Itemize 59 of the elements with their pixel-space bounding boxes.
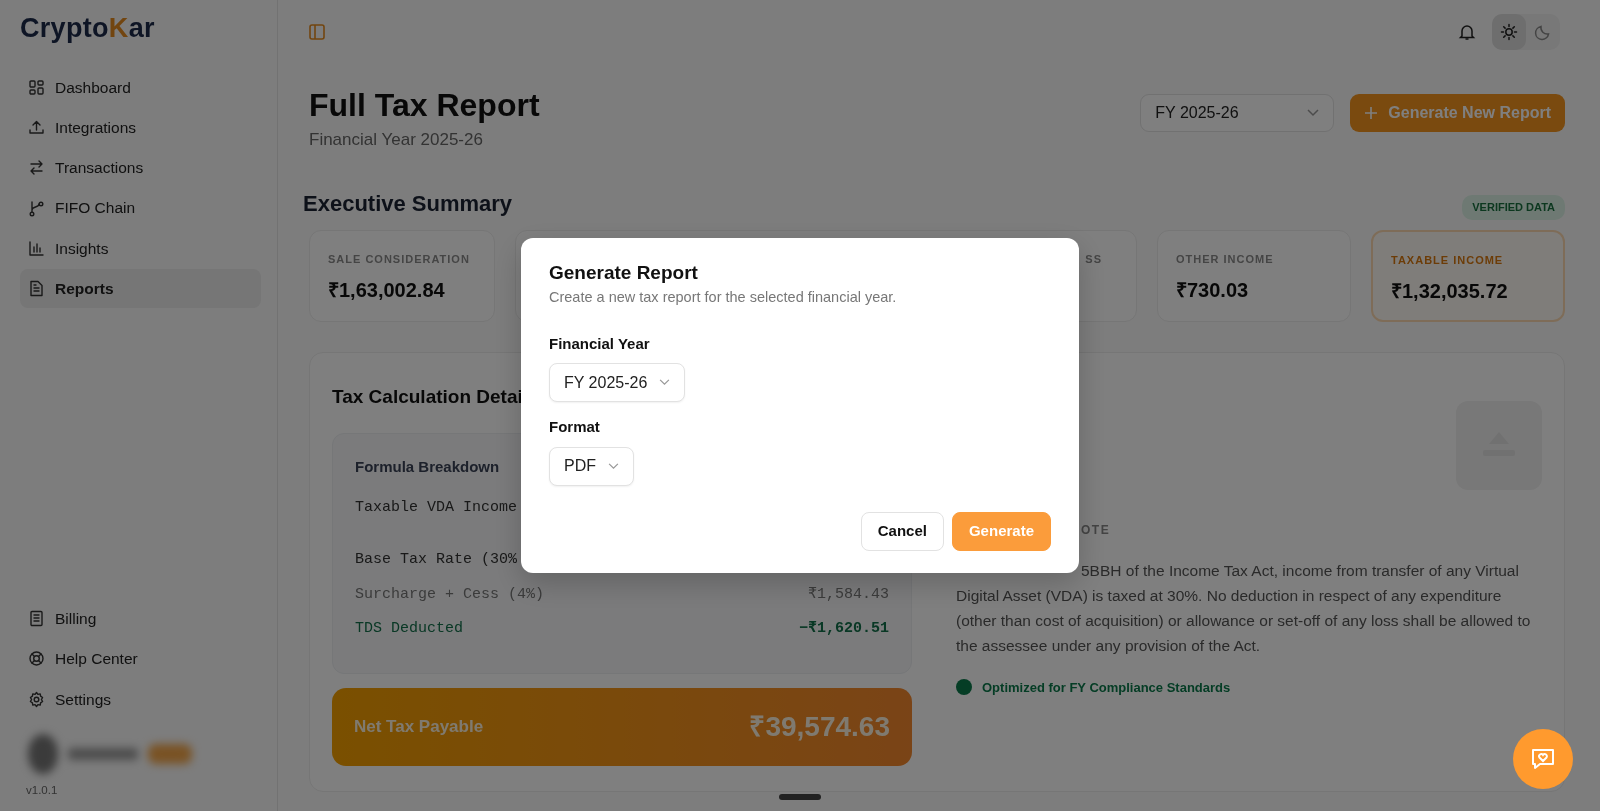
sun-icon[interactable]	[1492, 14, 1526, 50]
chevron-icon	[1307, 109, 1320, 117]
field-label: Financial Year	[549, 333, 651, 354]
lifebuoy-icon	[28, 650, 45, 668]
dialog-subtitle: Create a new tax report for the selected financial year.	[549, 287, 898, 307]
sidebar-item[interactable]: Integrations	[20, 107, 261, 148]
stat-value: ₹730.03	[1176, 278, 1250, 304]
stat-value: ₹1,63,002.84	[328, 278, 446, 304]
sidebar-item[interactable]: Help Center	[20, 639, 261, 679]
panel-title: Formula Breakdown	[355, 457, 500, 478]
field-label: Format	[549, 417, 601, 438]
branch-icon	[28, 199, 45, 217]
cancel-button[interactable]: Cancel	[860, 511, 944, 551]
upload-icon	[28, 119, 45, 137]
version-text: v1.0.1	[26, 782, 59, 798]
settings-icon	[28, 690, 45, 708]
plus-icon	[1364, 106, 1379, 120]
sidebar-item[interactable]: Dashboard	[20, 67, 261, 107]
formula-label: Taxable VDA Income	[355, 497, 518, 518]
sidebar-item[interactable]: Billing	[20, 599, 261, 639]
page-title: Full Tax Report	[309, 88, 540, 124]
sidebar-item[interactable]: Settings	[20, 679, 261, 719]
year-select[interactable]: FY 2025-26	[1140, 94, 1335, 132]
card-title: Tax Calculation Detai	[332, 384, 523, 409]
formula-label: Base Tax Rate (30%	[355, 550, 518, 571]
bar-chart-icon	[28, 239, 45, 257]
dialog-title: Generate Report	[549, 262, 699, 285]
chevron-icon	[659, 379, 671, 387]
compliance-text: Optimized for FY Compliance Standards	[982, 678, 1231, 697]
note-label: OTE	[1081, 521, 1111, 539]
stat-label: SALE CONSIDERATION	[328, 251, 471, 267]
sidebar-item[interactable]: Insights	[20, 228, 261, 268]
stat-value: ₹1,32,035.72	[1391, 279, 1509, 305]
formula-label: Surcharge + Cess (4%)	[355, 584, 545, 605]
stat-label: SS	[1085, 251, 1102, 267]
document-icon	[28, 280, 45, 298]
note-paragraph: 5BBH of the Income Tax Act, income from transfer of any Virtual Digital Asset (VDA) is taxed at 30%. No deduction in respect of any expenditure (other than cost of acquisition) or allowance or set-off of any loss shall be allowed to the assessee under any provision of the Act.	[956, 560, 1532, 656]
logo: CryptoKar	[20, 14, 156, 44]
chevron-icon	[608, 462, 619, 470]
formula-value: −₹1,620.51	[798, 619, 889, 640]
arrows-icon	[28, 159, 45, 177]
page-subtitle: Financial Year 2025-26	[309, 129, 484, 152]
sidebar-item[interactable]: FIFO Chain	[20, 188, 261, 228]
net-tax-value: ₹39,574.63	[749, 709, 890, 744]
stat-label: OTHER INCOME	[1176, 251, 1275, 267]
grid-icon	[28, 78, 45, 96]
dropdown-select[interactable]: PDF	[549, 446, 634, 486]
stat-label: TAXABLE INCOME	[1391, 252, 1505, 268]
formula-label: TDS Deducted	[355, 619, 464, 640]
dropdown-select[interactable]: FY 2025-26	[549, 363, 686, 403]
status-dot	[956, 679, 972, 696]
verified-badge: VERIFIED DATA	[1462, 195, 1565, 220]
home-indicator	[779, 794, 821, 800]
receipt-icon	[28, 610, 45, 628]
net-tax-label: Net Tax Payable	[354, 715, 484, 738]
section-title: Executive Summary	[303, 189, 513, 218]
formula-value: ₹1,584.43	[807, 584, 889, 605]
sidebar-item[interactable]: Reports	[20, 268, 261, 309]
sidebar-item[interactable]: Transactions	[20, 148, 261, 188]
